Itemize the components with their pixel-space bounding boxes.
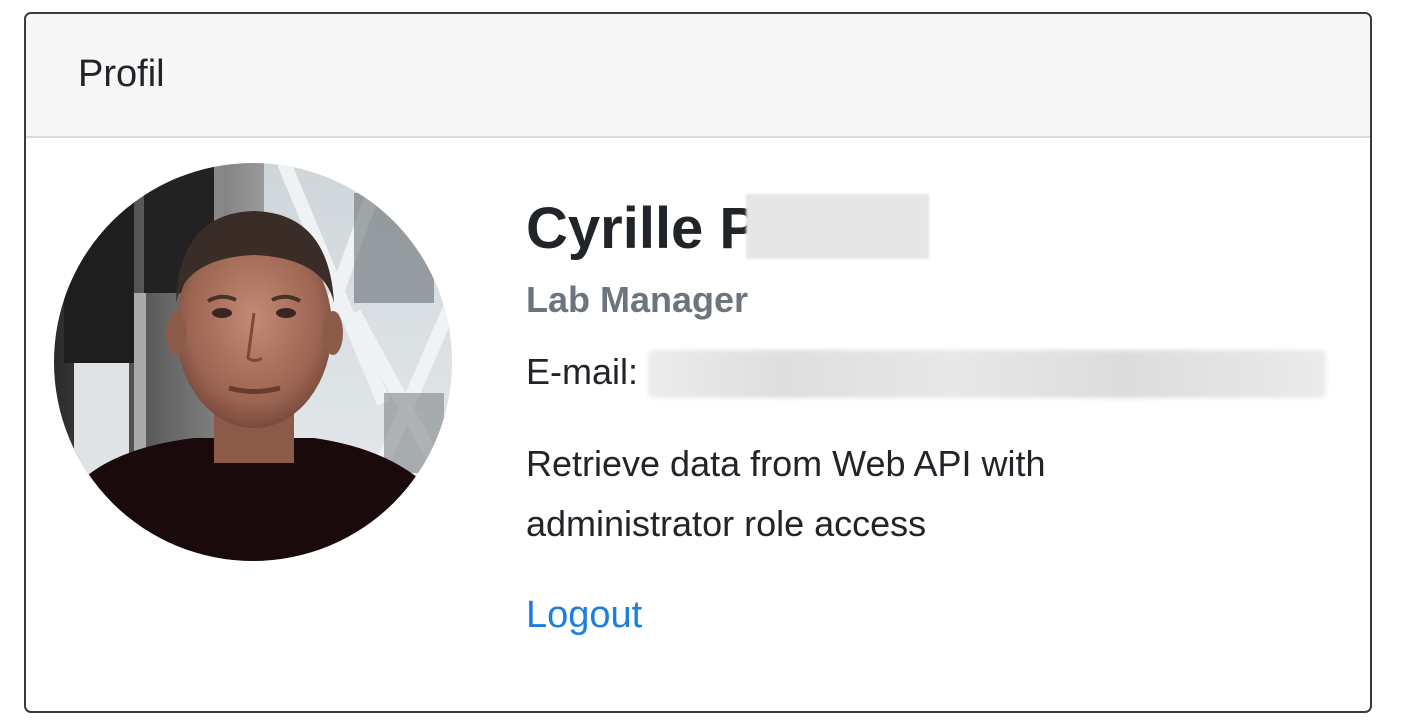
profile-card: Profil Cyrille P Lab Manager E-mail: Ret… (24, 12, 1372, 713)
name-redaction-blur (746, 194, 929, 259)
profile-info: Cyrille P Lab Manager E-mail: Retrieve d… (526, 194, 1326, 634)
job-title: Lab Manager (526, 279, 749, 320)
name-row: Cyrille P (526, 194, 1166, 264)
avatar-photo (54, 163, 452, 561)
card-header: Profil (26, 14, 1370, 138)
email-row: E-mail: (526, 350, 1326, 398)
logout-link[interactable]: Logout (526, 596, 642, 634)
profile-description: Retrieve data from Web API with administ… (526, 443, 1046, 544)
email-label: E-mail: (526, 351, 639, 392)
card-header-title: Profil (78, 53, 165, 95)
avatar (54, 163, 452, 561)
email-redaction-blur (648, 350, 1326, 398)
